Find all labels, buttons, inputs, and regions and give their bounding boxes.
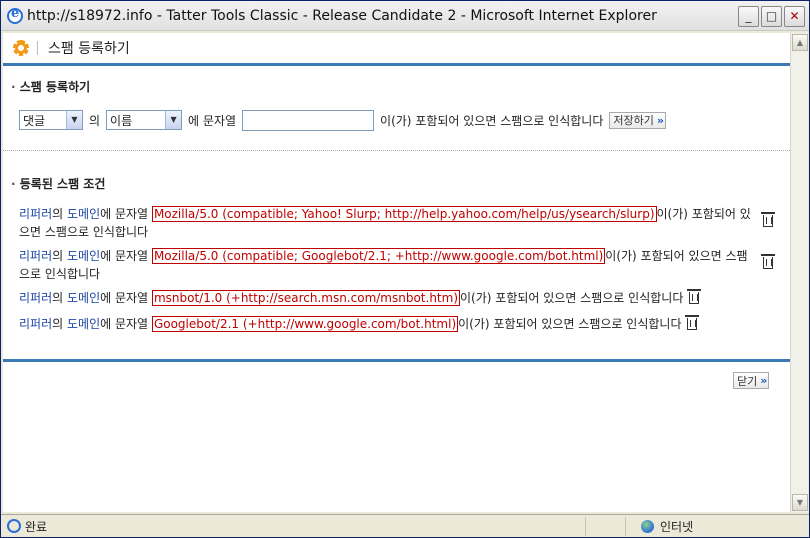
footer-divider	[3, 359, 790, 362]
gear-icon	[13, 40, 29, 56]
referrer-link[interactable]: 리퍼러	[19, 249, 52, 263]
trash-icon[interactable]	[685, 315, 700, 330]
trash-icon[interactable]	[687, 289, 702, 304]
scroll-down-button[interactable]: ▼	[792, 494, 808, 511]
page-header: 스팸 등록하기	[3, 33, 790, 66]
window-title: http://s18972.info - Tatter Tools Classi…	[27, 7, 657, 24]
minimize-button[interactable]: _	[738, 6, 759, 27]
page-done-icon	[7, 519, 21, 533]
of-text: 의	[52, 291, 64, 305]
field-select[interactable]: 이름 ▼	[106, 110, 183, 130]
chevron-down-icon[interactable]: ▼	[66, 111, 82, 129]
trash-icon[interactable]	[761, 254, 775, 269]
particle-of-label: 의	[89, 113, 101, 128]
particle-in-label: 에 문자열	[188, 113, 237, 128]
section-divider	[3, 150, 790, 151]
in-text: 에 문자열	[100, 207, 149, 221]
registered-section-title: 등록된 스팸 조건	[11, 175, 106, 192]
status-cell	[585, 516, 625, 536]
vertical-scrollbar[interactable]: ▲ ▼	[790, 33, 808, 512]
field-select-value: 이름	[110, 113, 133, 128]
status-bar: 완료 인터넷	[1, 514, 809, 537]
register-form: 댓글 ▼ 의 이름 ▼ 에 문자열 이(가) 포함되어 있으면 스팸으로 인식합…	[19, 109, 666, 131]
globe-icon	[641, 519, 654, 533]
title-bar[interactable]: http://s18972.info - Tatter Tools Classi…	[1, 1, 809, 31]
target-select-value: 댓글	[23, 113, 46, 128]
zone-text: 인터넷	[660, 519, 694, 534]
of-text: 의	[52, 249, 64, 263]
page-title: 스팸 등록하기	[48, 41, 130, 57]
spam-pattern: Mozilla/5.0 (compatible; Googlebot/2.1; …	[151, 248, 606, 264]
window-controls: _ □ ✕	[738, 6, 805, 27]
spam-rule-item: 리퍼러의 도메인에 문자열 Googlebot/2.1 (+http://www…	[19, 315, 779, 333]
spam-rule-list: 리퍼러의 도메인에 문자열 Mozilla/5.0 (compatible; Y…	[19, 205, 779, 333]
rule-suffix: 이(가) 포함되어 있으면 스팸으로 인식합니다	[458, 317, 682, 331]
spam-pattern: msnbot/1.0 (+http://search.msn.com/msnbo…	[151, 290, 461, 306]
save-button-label: 저장하기	[613, 114, 654, 127]
domain-link[interactable]: 도메인	[67, 249, 100, 263]
in-text: 에 문자열	[100, 291, 149, 305]
domain-link[interactable]: 도메인	[67, 317, 100, 331]
spam-string-input[interactable]	[242, 109, 375, 131]
rule-suffix: 이(가) 포함되어 있으면 스팸으로 인식합니다	[460, 291, 684, 305]
status-text: 완료	[25, 519, 48, 534]
of-text: 의	[52, 317, 64, 331]
page-content: 스팸 등록하기 스팸 등록하기 댓글 ▼ 의 이름 ▼ 에 문자열 이(가) 포…	[3, 33, 790, 512]
trash-icon[interactable]	[761, 212, 775, 227]
chevron-down-icon[interactable]: ▼	[165, 111, 182, 129]
double-chevron-right-icon: »	[656, 113, 664, 127]
referrer-link[interactable]: 리퍼러	[19, 317, 52, 331]
spam-pattern: Googlebot/2.1 (+http://www.google.com/bo…	[151, 316, 459, 332]
status-cell	[625, 516, 635, 536]
spam-rule-item: 리퍼러의 도메인에 문자열 msnbot/1.0 (+http://search…	[19, 289, 779, 307]
domain-link[interactable]: 도메인	[67, 207, 100, 221]
close-window-button[interactable]: ✕	[784, 6, 805, 27]
scroll-up-button[interactable]: ▲	[792, 34, 808, 51]
spam-rule-item: 리퍼러의 도메인에 문자열 Mozilla/5.0 (compatible; Y…	[19, 205, 779, 241]
maximize-button[interactable]: □	[761, 6, 782, 27]
browser-window: http://s18972.info - Tatter Tools Classi…	[0, 0, 810, 538]
close-button-label: 닫기	[737, 374, 758, 388]
register-section-title: 스팸 등록하기	[11, 78, 790, 95]
ie-logo-icon	[7, 6, 23, 24]
suffix-label: 이(가) 포함되어 있으면 스팸으로 인식합니다	[380, 113, 604, 128]
save-button[interactable]: 저장하기 »	[609, 111, 666, 129]
of-text: 의	[52, 207, 64, 221]
spam-rule-item: 리퍼러의 도메인에 문자열 Mozilla/5.0 (compatible; G…	[19, 247, 779, 283]
double-chevron-right-icon: »	[760, 374, 767, 387]
referrer-link[interactable]: 리퍼러	[19, 291, 52, 305]
domain-link[interactable]: 도메인	[67, 291, 100, 305]
close-button[interactable]: 닫기 »	[733, 372, 770, 389]
in-text: 에 문자열	[100, 249, 149, 263]
spam-pattern: Mozilla/5.0 (compatible; Yahoo! Slurp; h…	[151, 206, 657, 222]
header-divider	[37, 41, 38, 55]
target-select[interactable]: 댓글 ▼	[19, 110, 83, 130]
in-text: 에 문자열	[100, 317, 149, 331]
referrer-link[interactable]: 리퍼러	[19, 207, 52, 221]
